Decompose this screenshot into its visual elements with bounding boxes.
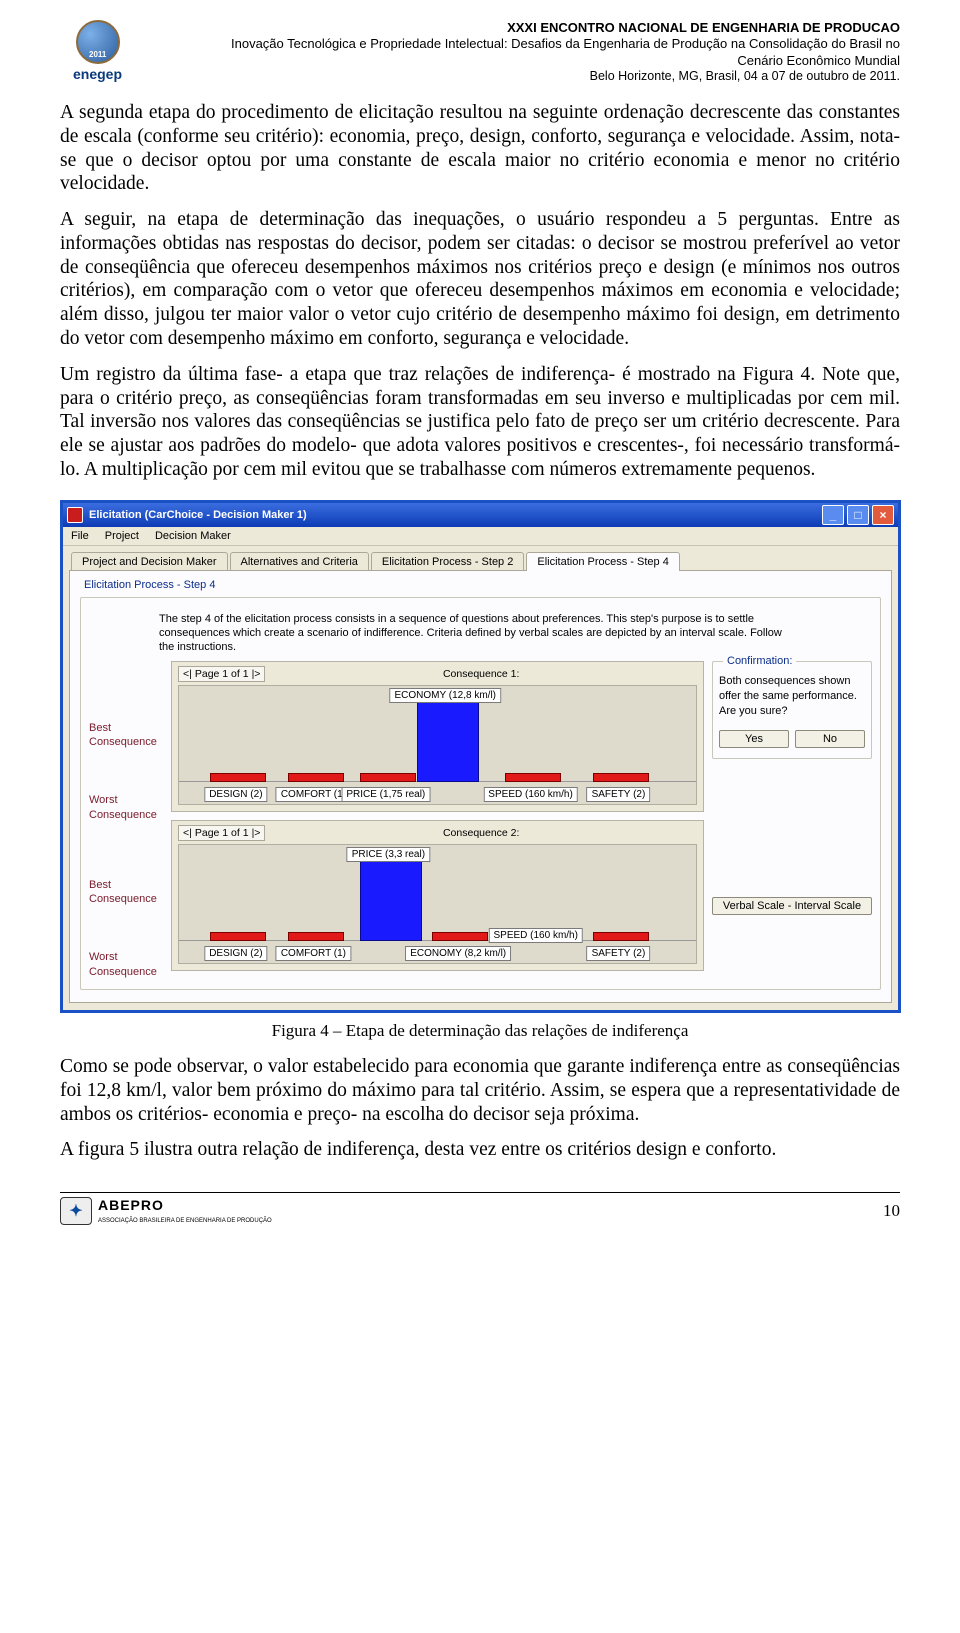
confirmation-text: Both consequences shown offer the same p… xyxy=(719,674,865,720)
tab-project-dm[interactable]: Project and Decision Maker xyxy=(71,552,228,571)
paragraph-1: A segunda etapa do procedimento de elici… xyxy=(60,101,900,196)
figure-caption: Figura 4 – Etapa de determinação das rel… xyxy=(60,1021,900,1041)
pager-next-icon[interactable]: |> xyxy=(252,668,261,680)
group-title: Elicitation Process - Step 4 xyxy=(84,579,881,591)
tab-alt-crit[interactable]: Alternatives and Criteria xyxy=(230,552,369,571)
menu-decision-maker[interactable]: Decision Maker xyxy=(155,530,231,542)
tab-pane-step4: Elicitation Process - Step 4 The step 4 … xyxy=(69,570,892,1003)
menu-file[interactable]: File xyxy=(71,530,89,542)
label-speed: SPEED (160 km/h) xyxy=(483,787,577,802)
confirmation-legend: Confirmation: xyxy=(723,655,796,667)
app-window: Elicitation (CarChoice - Decision Maker … xyxy=(60,500,901,1013)
yes-button[interactable]: Yes xyxy=(719,730,789,748)
worst-label: Worst Consequence xyxy=(89,793,163,822)
consequence-1-title: Consequence 1: xyxy=(265,668,697,680)
consequence-2-plot: PRICE (3,3 real) DESIGN (2) COMFORT (1) … xyxy=(178,844,697,964)
paragraph-2: A seguir, na etapa de determinação das i… xyxy=(60,208,900,351)
minimize-button[interactable]: _ xyxy=(822,505,844,525)
best-label: Best Consequence xyxy=(89,721,163,750)
pager-1[interactable]: <| Page 1 of 1 |> xyxy=(178,666,265,682)
tab-step2[interactable]: Elicitation Process - Step 2 xyxy=(371,552,524,571)
consequence-1-box: <| Page 1 of 1 |> Consequence 1: ECONOMY… xyxy=(171,661,704,812)
pager-2[interactable]: <| Page 1 of 1 |> xyxy=(178,825,265,841)
pager-prev-icon[interactable]: <| xyxy=(183,827,192,839)
title-bar[interactable]: Elicitation (CarChoice - Decision Maker … xyxy=(63,503,898,527)
close-button[interactable]: × xyxy=(872,505,894,525)
page-number: 10 xyxy=(883,1201,900,1221)
consequence-1-plot: ECONOMY (12,8 km/l) DESIGN (2) COMFORT (… xyxy=(178,685,697,805)
label-design: DESIGN (2) xyxy=(204,787,267,802)
worst-label-2: Worst Consequence xyxy=(89,950,163,979)
label-safety-2: SAFETY (2) xyxy=(587,946,651,961)
label-economy: ECONOMY (12,8 km/l) xyxy=(390,688,502,703)
menu-bar: File Project Decision Maker xyxy=(63,527,898,546)
no-button[interactable]: No xyxy=(795,730,865,748)
paragraph-3: Um registro da última fase- a etapa que … xyxy=(60,363,900,482)
window-title: Elicitation (CarChoice - Decision Maker … xyxy=(89,509,307,521)
abepro-logo-icon: ✦ xyxy=(60,1197,92,1225)
consequence-2-box: <| Page 1 of 1 |> Consequence 2: PRICE (… xyxy=(171,820,704,971)
best-label-2: Best Consequence xyxy=(89,878,163,907)
verbal-scale-button[interactable]: Verbal Scale - Interval Scale xyxy=(712,897,872,915)
enegep-logo: 2011 enegep xyxy=(60,20,135,85)
consequence-2-title: Consequence 2: xyxy=(265,827,697,839)
menu-project[interactable]: Project xyxy=(105,530,139,542)
left-labels: Best Consequence Worst Consequence Best … xyxy=(89,661,163,979)
paragraph-4: Como se pode observar, o valor estabelec… xyxy=(60,1055,900,1126)
label-speed-2: SPEED (160 km/h) xyxy=(488,928,582,943)
paragraph-5: A figura 5 ilustra outra relação de indi… xyxy=(60,1138,900,1162)
label-price: PRICE (1,75 real) xyxy=(341,787,430,802)
tab-step4[interactable]: Elicitation Process - Step 4 xyxy=(526,552,679,571)
step-description: The step 4 of the elicitation process co… xyxy=(159,612,799,655)
label-design-2: DESIGN (2) xyxy=(204,946,267,961)
page-footer: ✦ ABEPRO ASSOCIAÇÃO BRASILEIRA DE ENGENH… xyxy=(60,1192,900,1225)
label-economy-2: ECONOMY (8,2 km/l) xyxy=(405,946,511,961)
label-comfort-2: COMFORT (1) xyxy=(276,946,351,961)
app-icon xyxy=(67,507,83,523)
pager-prev-icon[interactable]: <| xyxy=(183,668,192,680)
label-comfort: COMFORT (1) xyxy=(276,787,351,802)
label-safety: SAFETY (2) xyxy=(587,787,651,802)
tab-strip: Project and Decision Maker Alternatives … xyxy=(63,546,898,571)
conference-header: XXXI ENCONTRO NACIONAL DE ENGENHARIA DE … xyxy=(149,20,900,84)
maximize-button[interactable]: □ xyxy=(847,505,869,525)
label-price-2: PRICE (3,3 real) xyxy=(347,847,430,862)
abepro-text: ABEPRO ASSOCIAÇÃO BRASILEIRA DE ENGENHAR… xyxy=(98,1198,272,1224)
confirmation-box: Confirmation: Both consequences shown of… xyxy=(712,661,872,759)
pager-next-icon[interactable]: |> xyxy=(252,827,261,839)
